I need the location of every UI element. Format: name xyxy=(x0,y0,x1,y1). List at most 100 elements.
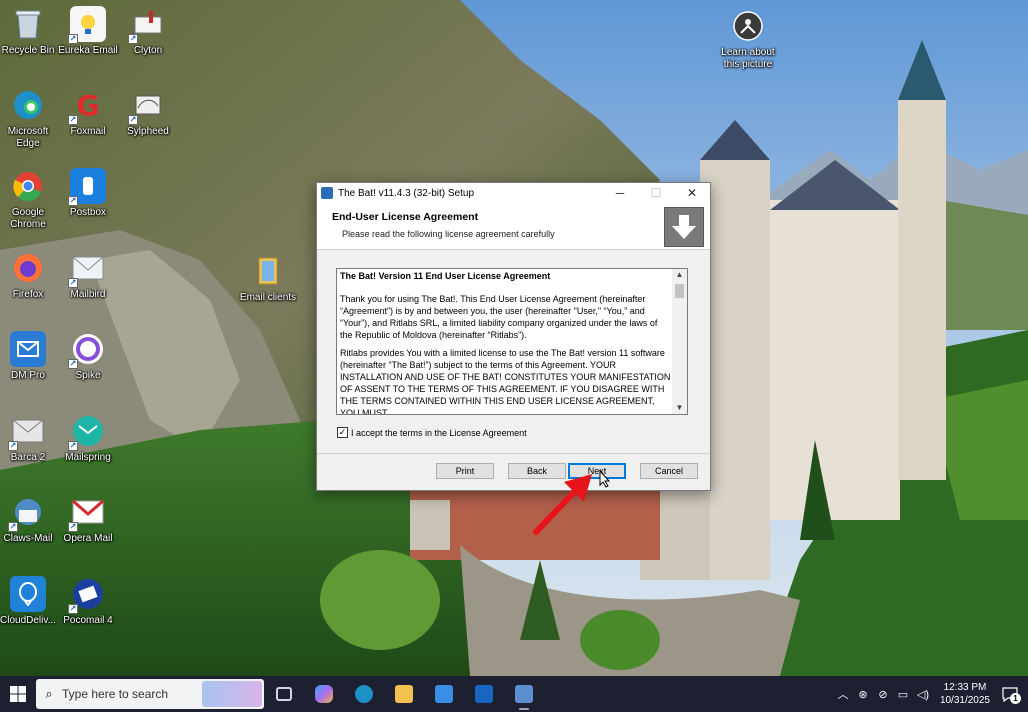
icon-label: Claws-Mail xyxy=(3,533,53,544)
postbox-icon: ↗ xyxy=(68,168,106,206)
print-button[interactable]: Print xyxy=(436,463,494,479)
desktop-icon-email-clients-folder[interactable]: Email clients xyxy=(237,253,299,304)
minimize-button[interactable]: ─ xyxy=(602,183,638,203)
claws-mail-icon: ↗ xyxy=(8,494,46,532)
taskbar-copilot[interactable] xyxy=(304,676,344,712)
setup-window[interactable]: The Bat! v11.4.3 (32-bit) Setup ─ ☐ ✕ En… xyxy=(316,182,711,491)
taskbar-outlook[interactable] xyxy=(464,676,504,712)
running-indicator xyxy=(519,708,529,710)
desktop-icon-eureka-email[interactable]: ↗ Eureka Email xyxy=(57,6,119,57)
shortcut-arrow-icon: ↗ xyxy=(8,522,18,532)
shortcut-arrow-icon: ↗ xyxy=(68,278,78,288)
checkbox-check-icon[interactable]: ✓ xyxy=(337,427,348,438)
cloud-delivery-icon xyxy=(10,576,46,612)
shortcut-arrow-icon: ↗ xyxy=(68,441,78,451)
icon-label: Microsoft Edge xyxy=(7,126,49,149)
location-icon[interactable]: ⊘ xyxy=(874,688,892,701)
search-placeholder: Type here to search xyxy=(62,687,169,701)
icon-label: Postbox xyxy=(69,207,107,218)
opera-mail-icon: ↗ xyxy=(68,494,106,532)
desktop-icon-learn-about-picture[interactable]: Learn about this picture xyxy=(717,8,779,71)
desktop-icon-clyton[interactable]: ↗ Clyton xyxy=(117,6,179,57)
outlook-icon xyxy=(475,685,493,703)
desktop-icon-sylpheed[interactable]: ↗ Sylpheed xyxy=(117,87,179,138)
shortcut-arrow-icon: ↗ xyxy=(68,359,78,369)
license-scrollbar[interactable]: ▲ ▼ xyxy=(672,269,687,414)
icon-label: Sylpheed xyxy=(127,126,169,137)
shortcut-arrow-icon: ↗ xyxy=(68,522,78,532)
taskbar-search-box[interactable]: ⌕ Type here to search xyxy=(36,679,264,709)
mailbird-icon: ↗ xyxy=(68,250,106,288)
desktop-icon-mailbird[interactable]: ↗ Mailbird xyxy=(57,250,119,301)
taskbar-task-view[interactable] xyxy=(264,676,304,712)
desktop-icon-edge[interactable]: Microsoft Edge xyxy=(0,87,59,150)
firefox-icon xyxy=(10,250,46,286)
notification-center-button[interactable]: 1 xyxy=(998,682,1022,706)
desktop-icon-postbox[interactable]: ↗ Postbox xyxy=(57,168,119,219)
icon-label: Pocomail 4 xyxy=(63,615,113,626)
sylpheed-icon: ↗ xyxy=(128,87,166,125)
task-view-icon xyxy=(276,687,292,701)
desktop-icon-foxmail[interactable]: G ↗ Foxmail xyxy=(57,87,119,138)
desktop-icon-dm-pro[interactable]: DM Pro xyxy=(0,331,59,382)
network-icon[interactable]: ▭ xyxy=(894,688,912,701)
desktop-icon-cloud-delivery[interactable]: CloudDeliv... xyxy=(0,576,59,627)
desktop-icon-chrome[interactable]: Google Chrome xyxy=(0,168,59,231)
accept-terms-checkbox[interactable]: ✓ I accept the terms in the License Agre… xyxy=(337,427,527,438)
desktop-icon-opera-mail[interactable]: ↗ Opera Mail xyxy=(57,494,119,545)
scroll-up-icon[interactable]: ▲ xyxy=(672,269,687,281)
wizard-subheading: Please read the following license agreem… xyxy=(342,229,555,239)
license-paragraph: Ritlabs provides You with a limited lice… xyxy=(340,348,671,415)
show-hidden-icons-icon[interactable]: ︿ xyxy=(834,686,852,702)
icon-label: Firefox xyxy=(12,289,44,300)
edge-icon xyxy=(10,87,46,123)
taskbar-microsoft-store[interactable] xyxy=(424,676,464,712)
mouse-cursor-icon xyxy=(599,469,611,493)
window-titlebar[interactable]: The Bat! v11.4.3 (32-bit) Setup ─ ☐ ✕ xyxy=(317,183,710,203)
icon-label: Spike xyxy=(75,370,101,381)
desktop-icon-firefox[interactable]: Firefox xyxy=(0,250,59,301)
shortcut-arrow-icon: ↗ xyxy=(8,441,18,451)
desktop-icon-mailspring[interactable]: ↗ Mailspring xyxy=(57,413,119,464)
accept-terms-label[interactable]: I accept the terms in the License Agreem… xyxy=(351,428,527,438)
icon-label: Opera Mail xyxy=(63,533,113,544)
icon-label: Mailbird xyxy=(70,289,106,300)
close-button[interactable]: ✕ xyxy=(674,183,710,203)
icon-label: Foxmail xyxy=(70,126,106,137)
volume-icon[interactable]: ◁) xyxy=(914,688,932,701)
taskbar-file-explorer[interactable] xyxy=(384,676,424,712)
copilot-icon xyxy=(315,685,333,703)
license-text-box[interactable]: The Bat! Version 11 End User License Agr… xyxy=(336,268,688,415)
microsoft-store-icon xyxy=(435,685,453,703)
taskbar-setup-app[interactable] xyxy=(504,676,544,712)
desktop-icon-barca[interactable]: ↗ Barca 2 xyxy=(0,413,59,464)
taskbar-clock[interactable]: 12:33 PM 10/31/2025 xyxy=(940,681,990,707)
clock-date: 10/31/2025 xyxy=(939,695,990,706)
barca-icon: ↗ xyxy=(8,413,46,451)
dm-pro-icon xyxy=(10,331,46,367)
the-bat-app-icon xyxy=(321,187,333,199)
shortcut-arrow-icon: ↗ xyxy=(68,115,78,125)
wizard-heading: End-User License Agreement xyxy=(332,211,479,223)
mailspring-icon: ↗ xyxy=(68,413,106,451)
start-button[interactable] xyxy=(0,676,36,712)
maximize-button: ☐ xyxy=(650,186,662,200)
notification-badge: 1 xyxy=(1010,693,1021,704)
taskbar-edge[interactable] xyxy=(344,676,384,712)
desktop-icon-pocomail[interactable]: ↗ Pocomail 4 xyxy=(57,576,119,627)
search-highlight-illustration-icon xyxy=(202,681,262,707)
scrollbar-thumb[interactable] xyxy=(675,284,684,298)
shortcut-arrow-icon: ↗ xyxy=(128,34,138,44)
folder-icon xyxy=(250,253,286,289)
license-title: The Bat! Version 11 End User License Agr… xyxy=(340,271,551,281)
recycle-bin-icon xyxy=(10,6,46,42)
scroll-down-icon[interactable]: ▼ xyxy=(672,402,687,414)
chrome-icon xyxy=(10,168,46,204)
search-icon: ⌕ xyxy=(45,686,53,701)
meet-now-icon[interactable]: ⊛ xyxy=(854,688,872,701)
cancel-button[interactable]: Cancel xyxy=(640,463,698,479)
desktop-icon-claws-mail[interactable]: ↗ Claws-Mail xyxy=(0,494,59,545)
desktop-icon-recycle-bin[interactable]: Recycle Bin xyxy=(0,6,59,57)
pocomail-icon: ↗ xyxy=(68,576,106,614)
desktop-icon-spike[interactable]: ↗ Spike xyxy=(57,331,119,382)
